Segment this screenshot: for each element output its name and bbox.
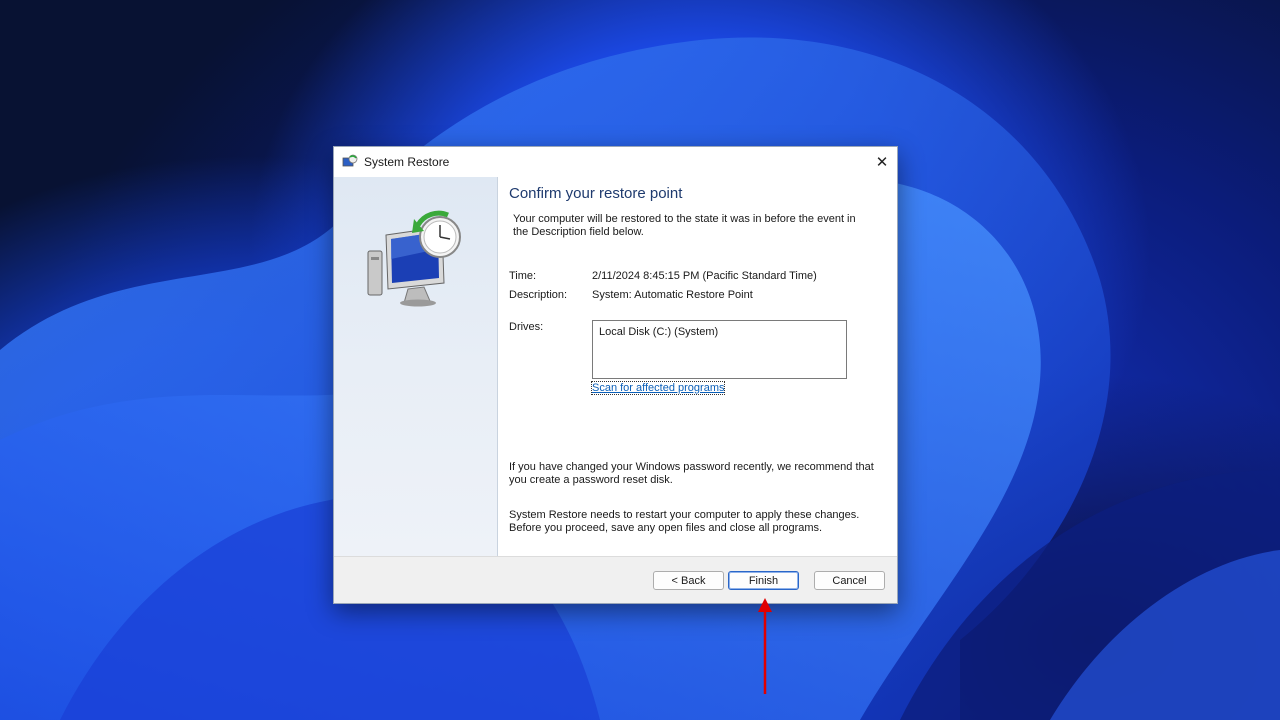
- description-label: Description:: [509, 289, 568, 301]
- time-label: Time:: [509, 270, 537, 282]
- button-bar: < Back Finish Cancel: [334, 556, 897, 603]
- scan-affected-programs-link[interactable]: Scan for affected programs: [590, 381, 726, 395]
- intro-text: Your computer will be restored to the st…: [513, 213, 856, 238]
- drives-list[interactable]: Local Disk (C:) (System): [592, 320, 847, 379]
- close-button[interactable]: ✕: [867, 147, 897, 177]
- annotation-arrow-icon: [758, 598, 772, 694]
- cancel-button[interactable]: Cancel: [814, 571, 885, 590]
- list-item[interactable]: Local Disk (C:) (System): [599, 326, 718, 338]
- system-restore-icon: [342, 154, 358, 167]
- system-restore-dialog: System Restore ✕ Confirm your restore po…: [333, 146, 898, 604]
- content-area: Confirm your restore point Your computer…: [509, 177, 889, 555]
- back-button[interactable]: < Back: [653, 571, 724, 590]
- side-panel: [334, 177, 498, 557]
- restart-note: System Restore needs to restart your com…: [509, 509, 860, 534]
- password-note: If you have changed your Windows passwor…: [509, 461, 874, 486]
- close-icon: ✕: [875, 154, 889, 171]
- window-title: System Restore: [364, 155, 450, 169]
- drives-label: Drives:: [509, 321, 544, 333]
- time-value: 2/11/2024 8:45:15 PM (Pacific Standard T…: [592, 270, 817, 282]
- description-value: System: Automatic Restore Point: [592, 289, 753, 301]
- computer-restore-clock-icon: [367, 210, 461, 307]
- title-bar: System Restore ✕: [334, 147, 897, 177]
- page-title: Confirm your restore point: [509, 185, 683, 202]
- finish-button[interactable]: Finish: [728, 571, 799, 590]
